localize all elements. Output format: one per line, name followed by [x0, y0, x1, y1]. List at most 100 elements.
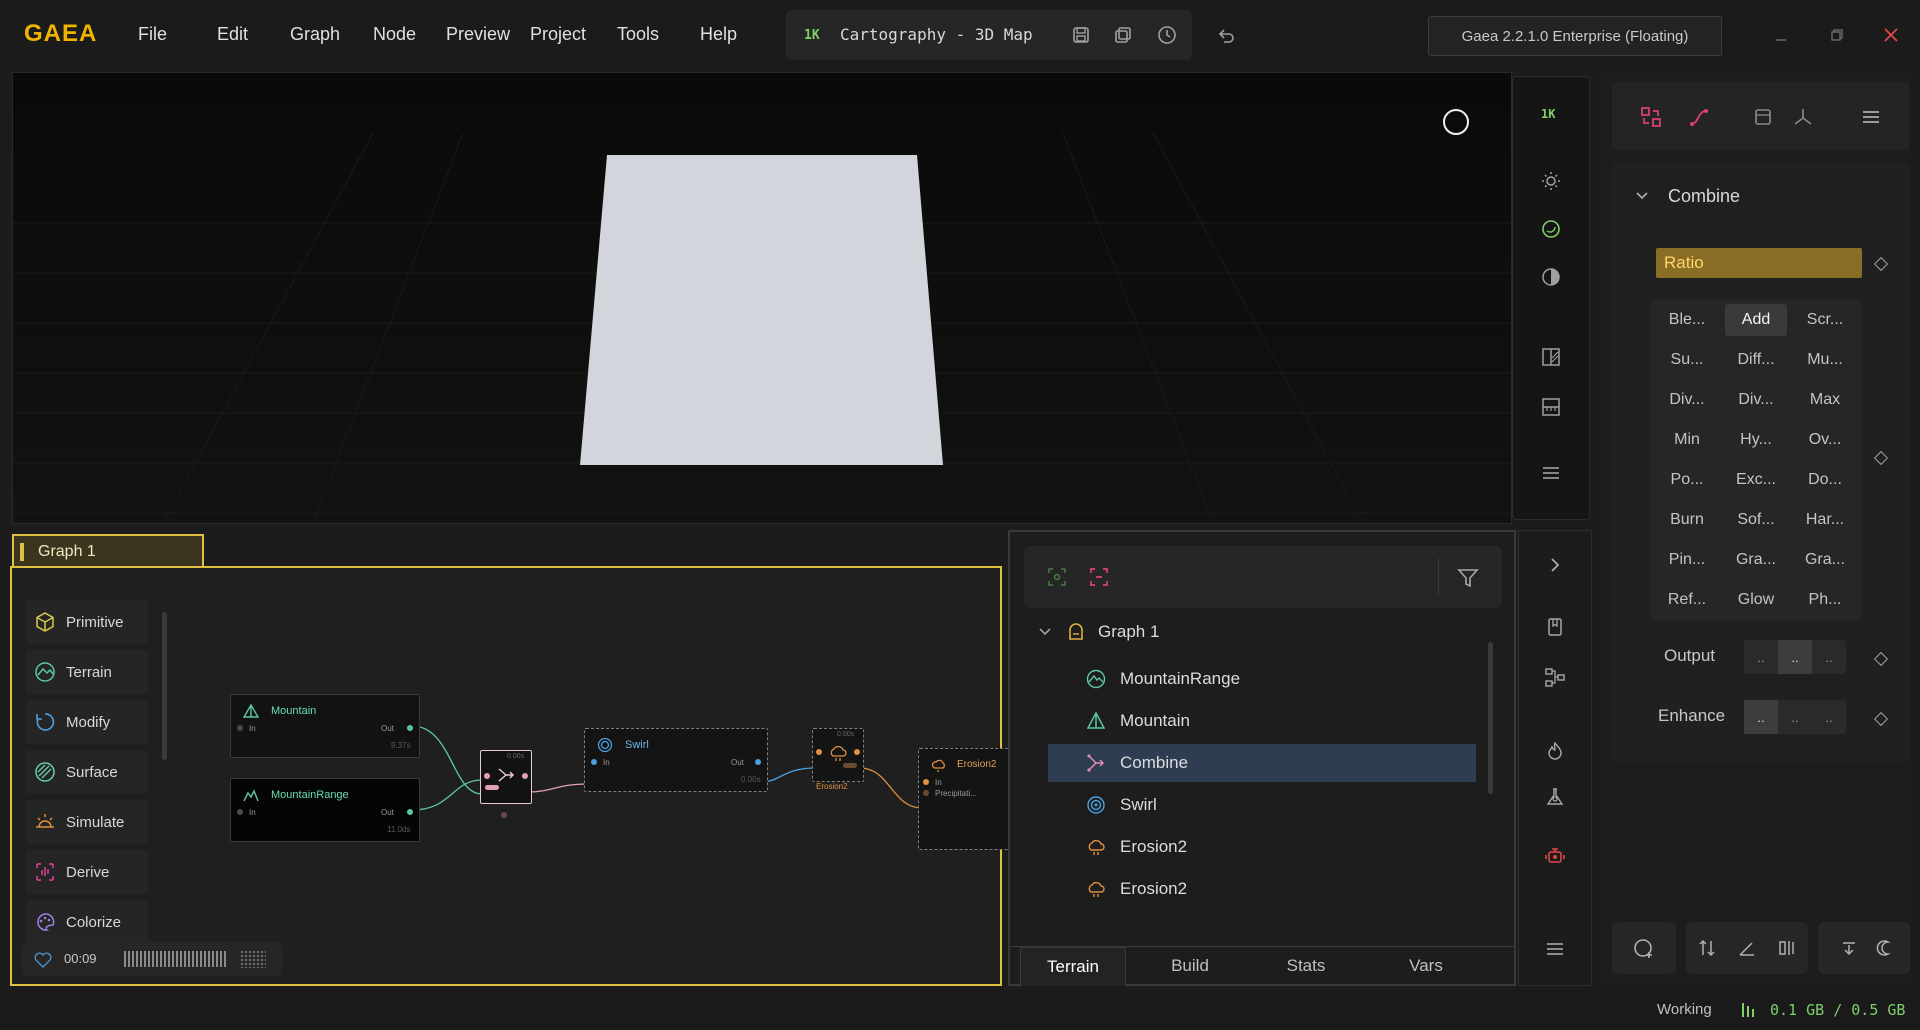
light-icon[interactable] [1537, 167, 1565, 195]
angle-icon[interactable] [1727, 938, 1767, 958]
menu-node[interactable]: Node [373, 24, 416, 45]
filter-icon[interactable] [1454, 564, 1482, 592]
blend-mode-option[interactable]: Har... [1794, 504, 1856, 536]
curve-icon[interactable] [1686, 104, 1712, 130]
output-option-2[interactable]: .. [1778, 640, 1812, 674]
blend-mode-option[interactable]: Div... [1656, 384, 1718, 416]
combine-out-port[interactable] [522, 773, 528, 779]
ratio-field[interactable]: Ratio [1656, 248, 1862, 278]
mountainrange-in-port[interactable] [237, 809, 243, 815]
download-icon[interactable] [1829, 938, 1869, 958]
blend-mode-option[interactable]: Ref... [1656, 584, 1718, 616]
erosion2-a-mask-port[interactable] [843, 763, 857, 768]
blend-mode-option[interactable]: Diff... [1725, 344, 1787, 376]
tab-vars[interactable]: Vars [1376, 947, 1476, 985]
blend-mode-option[interactable]: Mu... [1794, 344, 1856, 376]
menu-project[interactable]: Project [530, 24, 586, 45]
fire-icon[interactable] [1541, 737, 1569, 765]
add-mask-button[interactable] [1612, 922, 1676, 974]
bookmark-icon[interactable] [1541, 613, 1569, 641]
tree-scrollbar[interactable] [1488, 642, 1493, 794]
blend-mode-option[interactable]: Hy... [1725, 424, 1787, 456]
enhance-option-2[interactable]: .. [1778, 700, 1812, 734]
viewport-resolution-badge[interactable]: 1K [1541, 107, 1555, 121]
blend-mode-option[interactable]: Ble... [1656, 304, 1718, 336]
3d-viewport[interactable] [12, 72, 1512, 524]
project-title[interactable]: Cartography - 3D Map [840, 25, 1033, 44]
focus-icon[interactable] [1044, 564, 1070, 590]
undo-icon[interactable] [1212, 22, 1240, 50]
menu-help[interactable]: Help [700, 24, 737, 45]
flask-icon[interactable] [1541, 783, 1569, 811]
frame-selection-icon[interactable] [1086, 564, 1112, 590]
compare-icon[interactable] [1767, 938, 1807, 958]
mountain-in-port[interactable] [237, 725, 243, 731]
menu-tools[interactable]: Tools [617, 24, 659, 45]
ruler-icon[interactable] [1537, 393, 1565, 421]
flip-icon[interactable] [1687, 938, 1727, 958]
erosion2-a-out-port[interactable] [854, 749, 860, 755]
tab-graph-1[interactable]: Graph 1 [12, 534, 204, 568]
blend-mode-option[interactable]: Glow [1725, 584, 1787, 616]
tree-item-mountain[interactable]: Mountain [1048, 702, 1476, 740]
blend-mode-option[interactable]: Add [1725, 304, 1787, 336]
blend-mode-option[interactable]: Su... [1656, 344, 1718, 376]
version-label[interactable]: Gaea 2.2.1.0 Enterprise (Floating) [1428, 16, 1722, 56]
split-view-icon[interactable] [1537, 343, 1565, 371]
menu-preview[interactable]: Preview [446, 24, 510, 45]
blend-mode-option[interactable]: Max [1794, 384, 1856, 416]
swirl-out-port[interactable] [755, 759, 761, 765]
project-resolution-badge[interactable]: 1K [804, 28, 820, 43]
output-option-3[interactable]: .. [1812, 640, 1846, 674]
blend-mode-option[interactable]: Gra... [1725, 544, 1787, 576]
mountain-out-port[interactable] [407, 725, 413, 731]
node-swirl[interactable]: Swirl In Out 0.00s [584, 728, 768, 792]
combine-extra-port[interactable] [501, 812, 507, 818]
properties-menu-icon[interactable] [1858, 104, 1884, 130]
menu-edit[interactable]: Edit [217, 24, 248, 45]
node-mountain[interactable]: Mountain In Out 9.37s [230, 694, 420, 758]
blend-mode-option[interactable]: Scr... [1794, 304, 1856, 336]
tree-root[interactable]: Graph 1 [1026, 612, 1426, 652]
menu-graph[interactable]: Graph [290, 24, 340, 45]
erosion2-b-precip-port[interactable] [923, 790, 929, 796]
duplicate-icon[interactable] [1110, 22, 1136, 48]
blend-mode-option[interactable]: Gra... [1794, 544, 1856, 576]
enhance-option-3[interactable]: .. [1812, 700, 1846, 734]
output-option-1[interactable]: .. [1744, 640, 1778, 674]
blend-mode-option[interactable]: Po... [1656, 464, 1718, 496]
close-icon[interactable] [1880, 24, 1902, 46]
blend-mode-option[interactable]: Min [1656, 424, 1718, 456]
blend-mode-option[interactable]: Div... [1725, 384, 1787, 416]
combine-in-port[interactable] [484, 773, 490, 779]
frame-icon[interactable] [1750, 104, 1776, 130]
tree-item-erosion2-2[interactable]: Erosion2 [1048, 870, 1476, 908]
material-icon[interactable] [1537, 215, 1565, 243]
combine-mask-port[interactable] [485, 785, 499, 790]
node-mountainrange[interactable]: MountainRange In Out 11.0ds [230, 778, 420, 842]
viewport-menu-icon[interactable] [1537, 459, 1565, 487]
tree-item-combine[interactable]: Combine [1048, 744, 1476, 782]
blend-mode-option[interactable]: Pin... [1656, 544, 1718, 576]
moon-icon[interactable] [1869, 938, 1899, 958]
graph-editor[interactable]: Primitive Terrain Modify Surface Simulat… [10, 566, 1009, 986]
blend-mode-option[interactable]: Exc... [1725, 464, 1787, 496]
tree-item-swirl[interactable]: Swirl [1048, 786, 1476, 824]
tree-item-erosion2[interactable]: Erosion2 [1048, 828, 1476, 866]
node-combine[interactable]: 0.00s [480, 750, 532, 804]
history-icon[interactable] [1154, 22, 1180, 48]
restore-icon[interactable] [1826, 24, 1848, 46]
collapse-chevron-icon[interactable] [1632, 186, 1652, 206]
blend-mode-option[interactable]: Burn [1656, 504, 1718, 536]
blend-mode-option[interactable]: Sof... [1725, 504, 1787, 536]
menu-file[interactable]: File [138, 24, 167, 45]
erosion2-a-in-port[interactable] [816, 749, 822, 755]
tab-stats[interactable]: Stats [1256, 947, 1356, 985]
node-props-icon[interactable] [1638, 104, 1664, 130]
node-erosion2-a[interactable]: 0.00s [812, 728, 864, 782]
node-erosion2-b[interactable]: Erosion2 In Precipitati... [918, 748, 1009, 850]
axis-icon[interactable] [1790, 104, 1816, 130]
tab-terrain[interactable]: Terrain [1020, 947, 1126, 986]
mountainrange-out-port[interactable] [407, 809, 413, 815]
tree-item-mountainrange[interactable]: MountainRange [1048, 660, 1476, 698]
